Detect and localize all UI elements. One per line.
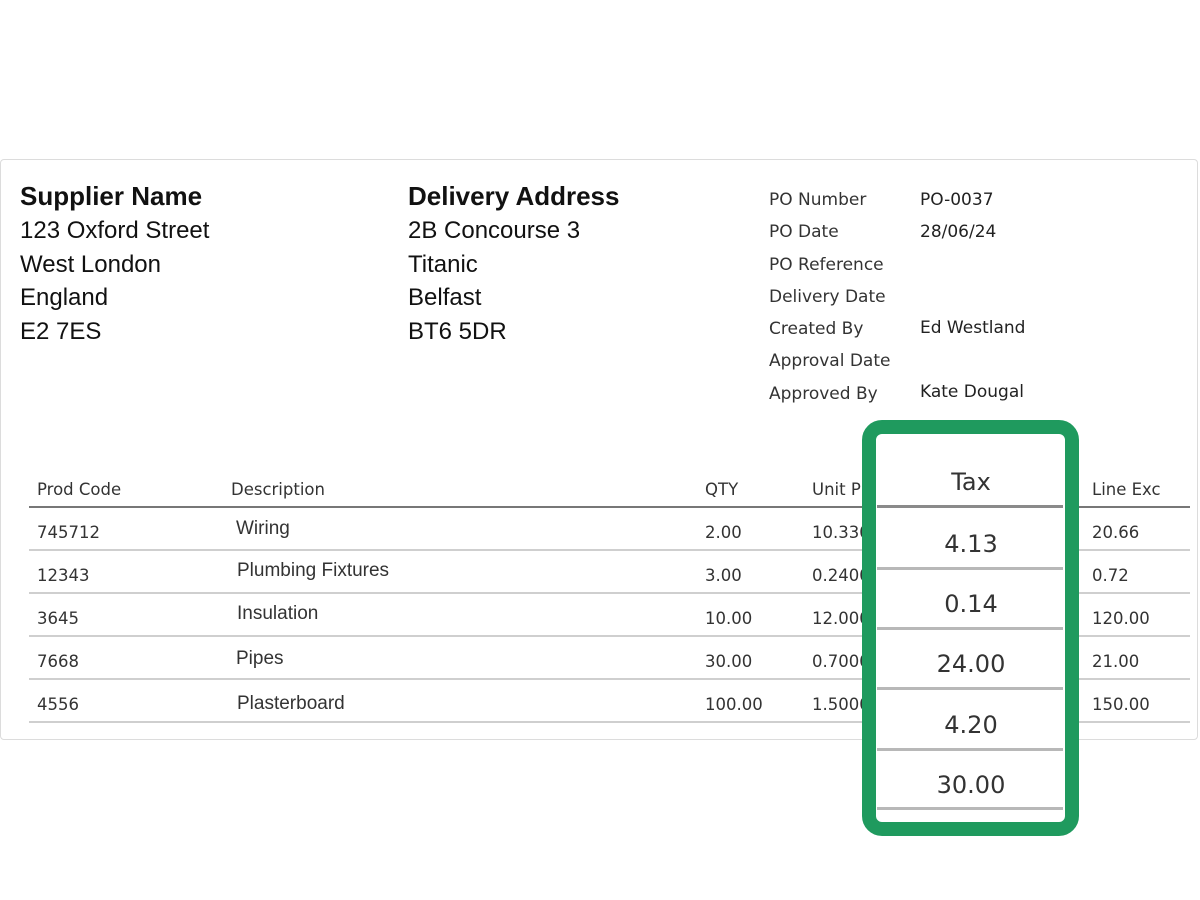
col-header-line-exc: Line Exc — [1092, 480, 1161, 499]
delivery-address-block: Delivery Address 2B Concourse 3 Titanic … — [408, 178, 619, 348]
created-by-value: Ed Westland — [920, 318, 1026, 338]
po-date-value: 28/06/24 — [920, 222, 997, 242]
delivery-line: BT6 5DR — [408, 317, 507, 345]
cell-line-exc: 120.00 — [1092, 609, 1150, 628]
tax-value: 0.14 — [944, 590, 998, 618]
po-date-label: PO Date — [769, 222, 839, 242]
supplier-title: Supplier Name — [20, 181, 203, 211]
cell-prod-code: 3645 — [37, 609, 79, 628]
po-number-value: PO-0037 — [920, 190, 994, 210]
approval-date-label: Approval Date — [769, 351, 891, 371]
cell-description: Plasterboard — [237, 693, 345, 714]
cell-line-exc: 150.00 — [1092, 695, 1150, 714]
supplier-line: England — [20, 284, 109, 311]
cell-qty: 10.00 — [705, 609, 753, 628]
delivery-date-label: Delivery Date — [769, 287, 886, 307]
po-number-label: PO Number — [769, 190, 867, 210]
supplier-line: West London — [20, 250, 161, 278]
cell-line-exc: 20.66 — [1092, 523, 1140, 542]
cell-qty: 100.00 — [705, 695, 763, 714]
col-header-qty: QTY — [705, 480, 739, 499]
cell-qty: 3.00 — [705, 566, 742, 585]
tax-row-divider — [877, 567, 1063, 570]
tax-row-divider — [877, 748, 1063, 751]
cell-prod-code: 4556 — [37, 695, 79, 714]
col-header-description: Description — [231, 480, 325, 499]
cell-description: Pipes — [236, 648, 284, 669]
supplier-line: E2 7ES — [20, 317, 102, 345]
cell-prod-code: 12343 — [37, 566, 90, 585]
col-header-unit-price: Unit P — [812, 480, 861, 499]
cell-description: Plumbing Fixtures — [237, 560, 390, 581]
cell-prod-code: 7668 — [37, 652, 79, 671]
cell-qty: 30.00 — [705, 652, 753, 671]
col-header-prod-code: Prod Code — [37, 480, 122, 499]
approved-by-value: Kate Dougal — [920, 382, 1024, 402]
cell-description: Wiring — [236, 518, 290, 539]
approved-by-label: Approved By — [769, 384, 878, 404]
cell-prod-code: 745712 — [37, 523, 100, 542]
cell-qty: 2.00 — [705, 523, 742, 542]
created-by-label: Created By — [769, 319, 864, 339]
tax-header-divider — [877, 505, 1063, 508]
delivery-line: 2B Concourse 3 — [408, 217, 581, 244]
supplier-address-block: Supplier Name 123 Oxford Street West Lon… — [20, 178, 209, 348]
tax-row-divider — [877, 627, 1063, 630]
tax-value: 30.00 — [936, 771, 1006, 799]
delivery-line: Belfast — [408, 284, 482, 311]
delivery-title: Delivery Address — [408, 181, 620, 211]
cell-line-exc: 21.00 — [1092, 652, 1140, 671]
po-reference-label: PO Reference — [769, 255, 884, 275]
col-header-tax: Tax — [951, 468, 991, 496]
tax-row-divider — [877, 687, 1063, 690]
cell-description: Insulation — [237, 603, 319, 624]
tax-row-divider — [877, 807, 1063, 810]
tax-value: 24.00 — [936, 650, 1006, 678]
supplier-line: 123 Oxford Street — [20, 217, 210, 244]
tax-value: 4.20 — [944, 711, 998, 739]
delivery-line: Titanic — [408, 250, 478, 278]
cell-line-exc: 0.72 — [1092, 566, 1129, 585]
tax-value: 4.13 — [944, 530, 998, 558]
